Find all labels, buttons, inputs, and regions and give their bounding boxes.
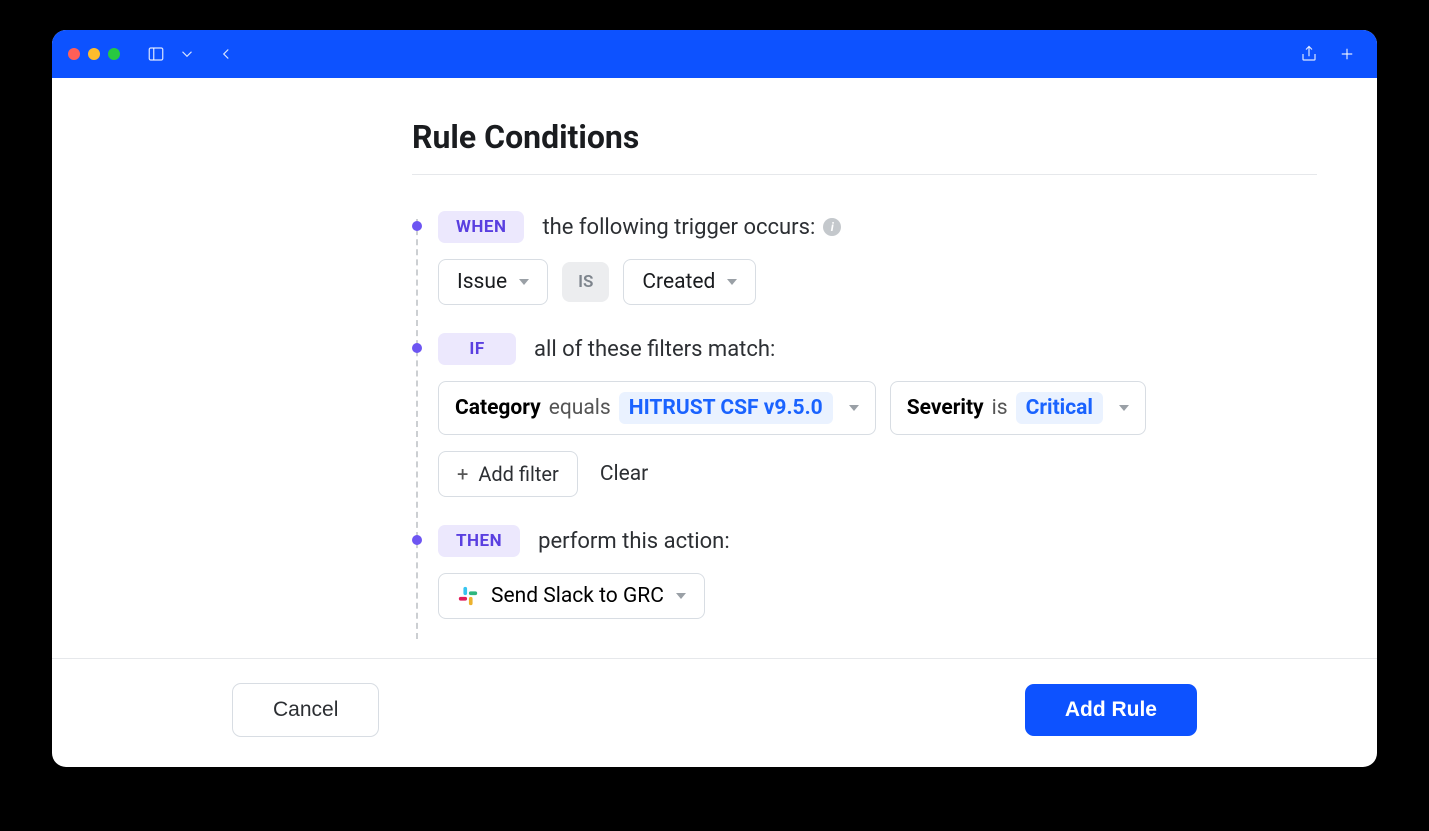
close-window-button[interactable] [68,48,80,60]
info-icon[interactable]: i [823,218,841,236]
footer-bar: Cancel Add Rule [52,658,1377,767]
then-chip: THEN [438,525,520,557]
when-step: WHEN the following trigger occurs: i Iss… [412,211,1317,305]
action-dropdown[interactable]: Send Slack to GRC [438,573,705,619]
timeline-node [412,221,422,231]
minimize-window-button[interactable] [88,48,100,60]
slack-icon [457,585,479,607]
caret-icon [727,279,737,285]
content-area: Rule Conditions WHEN the following trigg… [52,78,1377,658]
filter-value-tag: Critical [1016,392,1103,424]
trigger-verb-label: Created [642,270,715,294]
traffic-lights [68,48,120,60]
then-description: perform this action: [538,529,730,554]
app-window: Rule Conditions WHEN the following trigg… [52,30,1377,767]
filter-value-tag: HITRUST CSF v9.5.0 [619,392,833,424]
add-filter-button[interactable]: + Add filter [438,451,578,497]
maximize-window-button[interactable] [108,48,120,60]
titlebar [52,30,1377,78]
trigger-subject-label: Issue [457,270,507,294]
cancel-button[interactable]: Cancel [232,683,379,737]
add-icon[interactable] [1333,40,1361,68]
filter-op-label: is [992,396,1008,420]
filter-severity[interactable]: Severity is Critical [890,381,1146,435]
trigger-subject-dropdown[interactable]: Issue [438,259,548,305]
action-label: Send Slack to GRC [491,584,664,608]
trigger-verb-dropdown[interactable]: Created [623,259,756,305]
filter-field-label: Category [455,396,541,420]
add-rule-button[interactable]: Add Rule [1025,684,1197,736]
filter-category[interactable]: Category equals HITRUST CSF v9.5.0 [438,381,876,435]
caret-icon [676,593,686,599]
if-chip: IF [438,333,516,365]
share-icon[interactable] [1295,40,1323,68]
when-description: the following trigger occurs: i [542,215,841,240]
clear-filters-link[interactable]: Clear [592,462,656,486]
then-step: THEN perform this action: Send Slack to … [412,525,1317,619]
back-button[interactable] [212,40,240,68]
rule-timeline: WHEN the following trigger occurs: i Iss… [412,211,1317,619]
plus-icon: + [457,464,468,484]
caret-icon [849,405,859,411]
caret-icon [519,279,529,285]
is-operator-label: IS [562,262,609,302]
page-title: Rule Conditions [412,118,1317,175]
timeline-node [412,343,422,353]
chevron-down-icon[interactable] [178,40,196,68]
when-chip: WHEN [438,211,524,243]
if-step: IF all of these filters match: Category … [412,333,1317,497]
filter-field-label: Severity [907,396,984,420]
caret-icon [1119,405,1129,411]
filter-op-label: equals [549,396,611,420]
sidebar-toggle-icon[interactable] [142,40,170,68]
timeline-node [412,535,422,545]
if-description: all of these filters match: [534,337,775,362]
when-desc-text: the following trigger occurs: [542,215,815,240]
add-filter-label: Add filter [478,462,558,486]
